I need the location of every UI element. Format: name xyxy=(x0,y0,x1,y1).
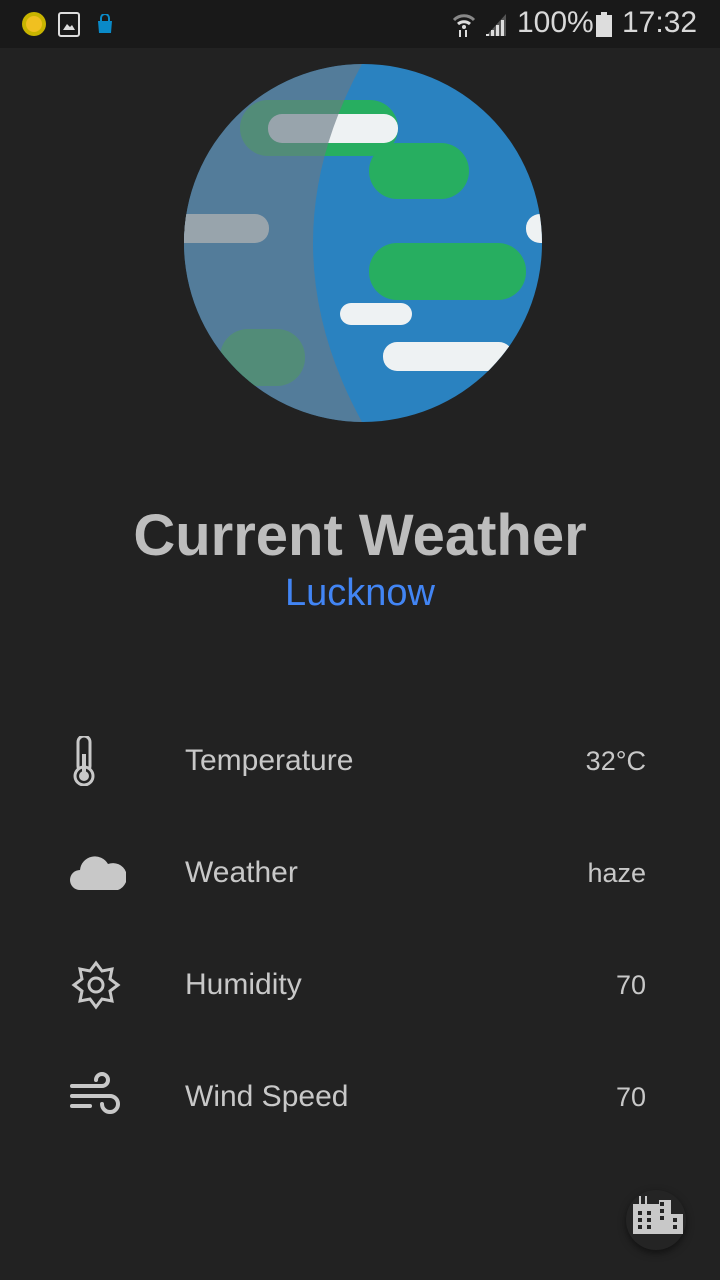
row-label: Humidity xyxy=(185,968,302,1001)
temperature-row: Temperature 32°C xyxy=(0,720,720,800)
gallery-icon xyxy=(58,12,80,37)
wifi-icon xyxy=(452,14,476,37)
city-building-icon xyxy=(633,1196,683,1234)
wind-speed-row: Wind Speed 70 xyxy=(0,1056,720,1136)
signal-icon xyxy=(486,14,506,36)
row-label: Weather xyxy=(185,856,298,889)
row-value: 70 xyxy=(615,1082,646,1112)
humidity-row: Humidity 70 xyxy=(0,944,720,1024)
cloud-icon xyxy=(70,856,126,890)
thermometer-icon xyxy=(73,736,95,786)
battery-percent: 100% xyxy=(517,6,594,39)
status-bar: 100% 17:32 xyxy=(0,0,720,48)
page-title: Current Weather xyxy=(133,503,587,568)
row-label: Wind Speed xyxy=(185,1080,349,1113)
globe-illustration xyxy=(184,64,542,422)
shopping-bag-icon xyxy=(98,14,112,33)
sun-icon xyxy=(22,12,46,36)
row-value: haze xyxy=(587,858,646,888)
change-city-button[interactable] xyxy=(626,1190,686,1250)
wind-icon xyxy=(70,1072,120,1114)
row-value: 70 xyxy=(615,970,646,1000)
row-label: Temperature xyxy=(185,744,354,777)
weather-row: Weather haze xyxy=(0,832,720,912)
clock: 17:32 xyxy=(622,6,698,39)
battery-icon xyxy=(596,12,612,37)
gear-icon xyxy=(71,960,121,1010)
city-name: Lucknow xyxy=(285,572,435,614)
row-value: 32°C xyxy=(585,746,646,776)
